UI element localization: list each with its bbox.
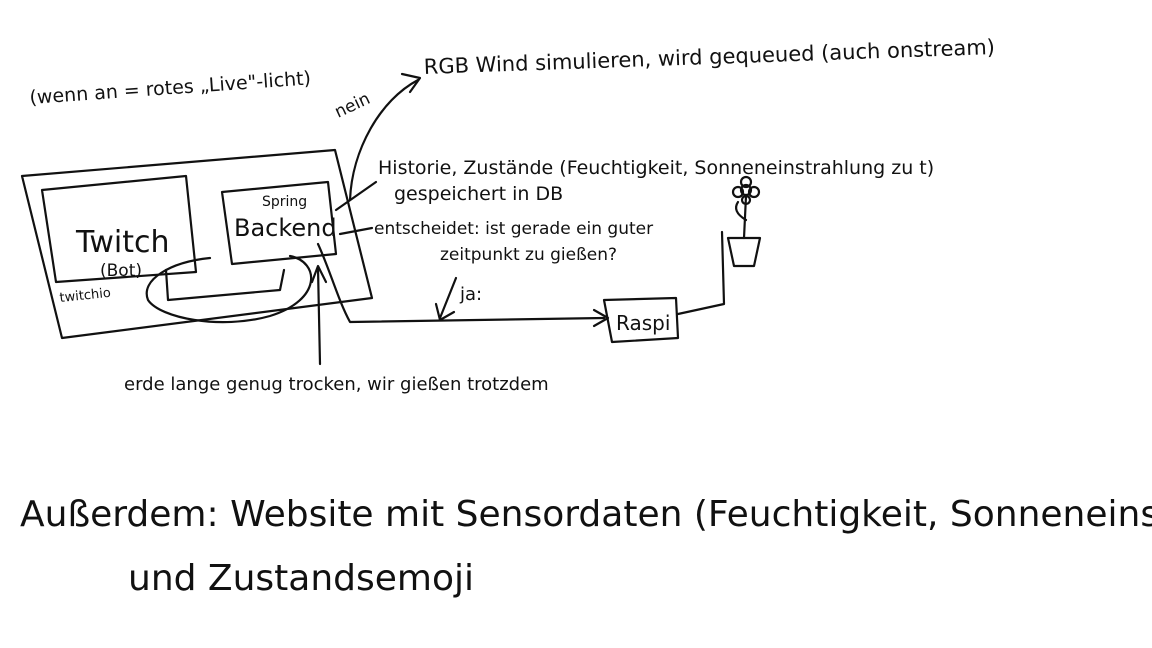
raspi-label: Raspi <box>616 311 670 335</box>
historie-link <box>334 180 378 212</box>
live-light-note: (wenn an = rotes „Live"-licht) <box>29 67 312 109</box>
zustandsemoji-note: und Zustandsemoji <box>128 558 474 599</box>
flower-pot-icon <box>726 236 762 268</box>
loop-curve <box>145 254 313 324</box>
entscheidet-note: entscheidet: ist gerade ein guter <box>374 219 653 239</box>
erde-note: erde lange genug trocken, wir gießen tro… <box>124 374 549 395</box>
ja-label: ja: <box>459 284 482 305</box>
backend-label: Backend <box>234 214 337 242</box>
erde-link <box>316 266 322 366</box>
spring-label: Spring <box>262 194 307 210</box>
raspi-plant-line <box>676 230 726 316</box>
db-note: gespeichert in DB <box>394 183 563 205</box>
flower-stem-icon <box>742 194 748 240</box>
twitchio-label: twitchio <box>59 286 112 306</box>
bot-label: (Bot) <box>100 261 142 281</box>
rgb-wind-note: RGB Wind simulieren, wird gequeued (auch… <box>423 35 995 79</box>
whiteboard-sketch: (wenn an = rotes „Live"-licht) nein RGB … <box>20 35 1152 599</box>
nein-label: nein <box>332 89 374 123</box>
twitch-backend-link <box>164 268 286 302</box>
zeitpunkt-note: zeitpunkt zu gießen? <box>440 245 617 265</box>
twitch-label: Twitch <box>75 225 170 260</box>
historie-note: Historie, Zustände (Feuchtigkeit, Sonnen… <box>378 157 934 179</box>
ausserdem-note: Außerdem: Website mit Sensordaten (Feuch… <box>20 494 1152 535</box>
